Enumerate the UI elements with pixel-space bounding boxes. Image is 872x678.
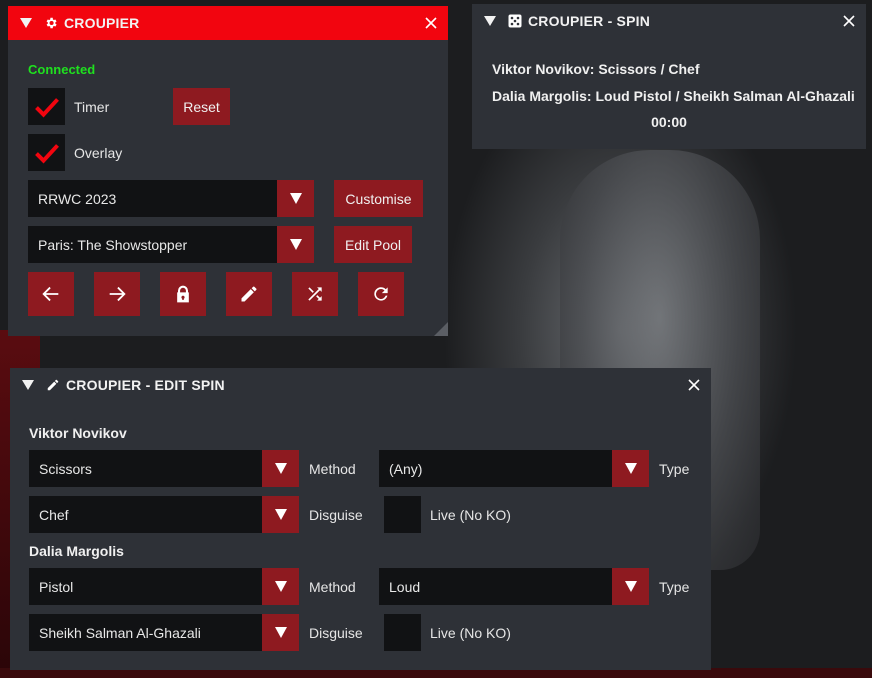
croupier-panel: CROUPIER Connected Timer Reset Overlay R… xyxy=(8,6,448,336)
target-name: Viktor Novikov xyxy=(29,425,127,441)
live-no-ko-checkbox[interactable] xyxy=(384,496,421,533)
chevron-down-icon[interactable] xyxy=(262,568,299,605)
disguise-select[interactable]: Sheikh Salman Al-Ghazali xyxy=(29,614,299,651)
close-icon[interactable] xyxy=(687,378,701,392)
collapse-triangle-icon[interactable] xyxy=(20,18,32,28)
method-select-value: Pistol xyxy=(39,578,74,595)
chevron-down-icon[interactable] xyxy=(262,450,299,487)
spin-title: CROUPIER - SPIN xyxy=(528,13,651,29)
shuffle-button[interactable] xyxy=(292,272,338,316)
reset-button[interactable]: Reset xyxy=(173,88,230,125)
method-label: Method xyxy=(309,461,356,477)
pencil-icon xyxy=(241,286,257,302)
live-no-ko-label: Live (No KO) xyxy=(430,507,511,523)
checkmark-icon xyxy=(34,97,59,117)
disguise-label: Disguise xyxy=(309,507,363,523)
overlay-checkbox[interactable] xyxy=(28,134,65,171)
dice-icon xyxy=(508,14,522,28)
spin-line-target-2: Dalia Margolis: Loud Pistol / Sheikh Sal… xyxy=(492,88,855,104)
disguise-select-value: Sheikh Salman Al-Ghazali xyxy=(39,624,201,641)
mission-select-value: Paris: The Showstopper xyxy=(38,236,188,253)
type-label: Type xyxy=(659,579,690,595)
method-select[interactable]: Scissors xyxy=(29,450,299,487)
lock-button[interactable] xyxy=(160,272,206,316)
refresh-icon xyxy=(374,287,388,301)
roulette-select-value: RRWC 2023 xyxy=(38,190,117,207)
customise-button[interactable]: Customise xyxy=(334,180,423,217)
lock-icon xyxy=(177,285,189,303)
method-select[interactable]: Pistol xyxy=(29,568,299,605)
shuffle-icon xyxy=(308,287,322,301)
overlay-label: Overlay xyxy=(74,145,123,161)
timer-checkbox[interactable] xyxy=(28,88,65,125)
edit-pool-button[interactable]: Edit Pool xyxy=(334,226,412,263)
edit-spin-titlebar[interactable]: CROUPIER - EDIT SPIN xyxy=(10,368,711,402)
method-select-value: Scissors xyxy=(39,460,92,477)
collapse-triangle-icon[interactable] xyxy=(484,16,496,26)
live-no-ko-label: Live (No KO) xyxy=(430,625,511,641)
resize-grip[interactable] xyxy=(434,322,448,336)
next-button[interactable] xyxy=(94,272,140,316)
previous-button[interactable] xyxy=(28,272,74,316)
croupier-titlebar[interactable]: CROUPIER xyxy=(8,6,448,40)
disguise-select-value: Chef xyxy=(39,506,69,523)
edit-spin-panel: CROUPIER - EDIT SPIN Viktor Novikov Scis… xyxy=(10,368,711,670)
mission-select[interactable]: Paris: The Showstopper xyxy=(28,226,314,263)
target-name: Dalia Margolis xyxy=(29,543,124,559)
collapse-triangle-icon[interactable] xyxy=(22,380,34,390)
disguise-label: Disguise xyxy=(309,625,363,641)
arrow-right-icon xyxy=(109,286,126,302)
checkmark-icon xyxy=(34,143,59,163)
respin-button[interactable] xyxy=(358,272,404,316)
spin-line-target-1: Viktor Novikov: Scissors / Chef xyxy=(492,61,700,77)
close-icon[interactable] xyxy=(842,14,856,28)
croupier-title: CROUPIER xyxy=(64,15,140,31)
chevron-down-icon[interactable] xyxy=(612,450,649,487)
live-no-ko-checkbox[interactable] xyxy=(384,614,421,651)
chevron-down-icon[interactable] xyxy=(262,496,299,533)
edit-spin-title: CROUPIER - EDIT SPIN xyxy=(66,377,225,393)
chevron-down-icon[interactable] xyxy=(277,180,314,217)
roulette-select[interactable]: RRWC 2023 xyxy=(28,180,314,217)
type-select-value: Loud xyxy=(389,578,421,595)
pencil-icon xyxy=(46,378,60,392)
chevron-down-icon[interactable] xyxy=(277,226,314,263)
type-select[interactable]: Loud xyxy=(379,568,649,605)
type-select-value: (Any) xyxy=(389,460,423,477)
chevron-down-icon[interactable] xyxy=(612,568,649,605)
type-label: Type xyxy=(659,461,690,477)
gear-icon xyxy=(44,16,58,30)
close-icon[interactable] xyxy=(424,16,438,30)
disguise-select[interactable]: Chef xyxy=(29,496,299,533)
arrow-left-icon xyxy=(42,286,59,302)
spin-panel: CROUPIER - SPIN Viktor Novikov: Scissors… xyxy=(472,4,866,149)
chevron-down-icon[interactable] xyxy=(262,614,299,651)
edit-button[interactable] xyxy=(226,272,272,316)
method-label: Method xyxy=(309,579,356,595)
connection-status: Connected xyxy=(28,62,96,77)
timer-label: Timer xyxy=(74,99,110,115)
spin-titlebar[interactable]: CROUPIER - SPIN xyxy=(472,4,866,38)
spin-timer: 00:00 xyxy=(651,114,687,130)
type-select[interactable]: (Any) xyxy=(379,450,649,487)
